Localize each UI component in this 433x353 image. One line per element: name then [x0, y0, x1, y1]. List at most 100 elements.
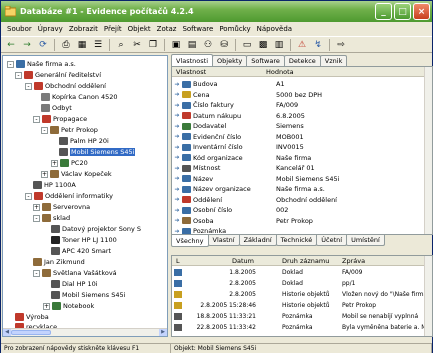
- property-value[interactable]: Naše firma: [270, 154, 311, 162]
- property-row[interactable]: ➔ Osobní číslo 002: [172, 205, 428, 215]
- property-row[interactable]: ➔ Dodavatel Siemens: [172, 121, 428, 131]
- minimize-button[interactable]: _: [375, 3, 392, 20]
- history-row[interactable]: 18.8.2005 11:33:21 Poznámka Mobil se nenab…: [172, 312, 428, 322]
- collapse-icon[interactable]: -: [7, 60, 14, 68]
- tree-item[interactable]: - Světlana Vašátková: [33, 268, 117, 278]
- history-row[interactable]: 1.8.2005 Doklad FA/009: [172, 268, 428, 278]
- expand-icon[interactable]: +: [51, 159, 58, 167]
- property-row[interactable]: ➔ Datum nákupu 6.8.2005: [172, 111, 428, 121]
- expand-icon[interactable]: +: [43, 302, 50, 310]
- tree-item[interactable]: - Naše firma a.s.: [7, 59, 76, 69]
- expand-icon[interactable]: +: [41, 170, 48, 178]
- scroll-right-icon[interactable]: ▶: [159, 329, 167, 336]
- property-row[interactable]: ➔ Poznámka: [172, 226, 428, 234]
- tree-item[interactable]: Kopírka Canon 4520: [41, 92, 118, 102]
- menu-soubor[interactable]: Soubor: [4, 25, 35, 33]
- report-icon[interactable]: ▥: [272, 38, 286, 52]
- property-row[interactable]: ➔ Cena 5000 bez DPH: [172, 90, 428, 100]
- close-button[interactable]: ×: [413, 3, 430, 20]
- collapse-icon[interactable]: -: [15, 71, 22, 79]
- menu-prejit[interactable]: Přejít: [101, 25, 125, 33]
- grid-icon[interactable]: ▦: [75, 38, 89, 52]
- tree-item[interactable]: + Serverovna: [33, 202, 90, 212]
- tab-objekty[interactable]: Objekty: [212, 55, 248, 66]
- tab-zakladni[interactable]: Základní: [238, 235, 277, 246]
- collapse-icon[interactable]: -: [41, 126, 48, 134]
- tab-vznik[interactable]: Vznik: [319, 55, 348, 66]
- property-value[interactable]: Naše firma a.s.: [270, 185, 325, 193]
- find-icon[interactable]: ⌕: [114, 38, 128, 52]
- column-vlastnost[interactable]: Vlastnost: [172, 67, 262, 76]
- export-icon[interactable]: ⇨: [334, 38, 348, 52]
- column-hodnota[interactable]: Hodnota: [262, 67, 422, 76]
- tree-horizontal-scrollbar[interactable]: ◀ ▶: [3, 328, 167, 336]
- tree-item[interactable]: - Obchodní oddělení: [25, 81, 106, 91]
- menu-pomucky[interactable]: Pomůcky: [216, 25, 253, 33]
- property-row[interactable]: ➔ Budova A1: [172, 79, 428, 89]
- tree-item[interactable]: + Václav Kopeček: [41, 169, 112, 179]
- tree-item[interactable]: + Notebook: [43, 301, 94, 311]
- software-icon[interactable]: ▩: [256, 38, 270, 52]
- menu-objekt[interactable]: Objekt: [125, 25, 154, 33]
- property-row[interactable]: ➔ Název Mobil Siemens S45i: [172, 174, 428, 184]
- column-druh[interactable]: Druh záznamu: [282, 257, 329, 265]
- property-value[interactable]: Kancelář 01: [270, 164, 315, 172]
- scroll-left-icon[interactable]: ◀: [3, 329, 11, 336]
- history-row[interactable]: 2.8.2005 Doklad pp/1: [172, 279, 428, 289]
- tree-item[interactable]: + PC20: [51, 158, 88, 168]
- property-value[interactable]: Mobil Siemens S45i: [270, 175, 339, 183]
- tree-item[interactable]: - Petr Prokop: [41, 125, 98, 135]
- object-tree[interactable]: - Naše firma a.s. - Generální ředitelství - O…: [2, 55, 168, 337]
- property-row[interactable]: ➔ Evidenční číslo MOB001: [172, 132, 428, 142]
- database-icon[interactable]: ⛁: [217, 38, 231, 52]
- maximize-button[interactable]: □: [394, 3, 411, 20]
- new-object-icon[interactable]: ▣: [169, 38, 183, 52]
- property-value[interactable]: Siemens: [270, 122, 304, 130]
- property-row[interactable]: ➔ Název organizace Naše firma a.s.: [172, 184, 428, 194]
- tree-item[interactable]: Výroba: [15, 312, 49, 322]
- tree-item[interactable]: Jan Zikmund: [33, 257, 85, 267]
- warning-icon[interactable]: ⚠: [295, 38, 309, 52]
- tab-detekce[interactable]: Detekce: [283, 55, 321, 66]
- copy-icon[interactable]: ❐: [146, 38, 160, 52]
- scroll-thumb[interactable]: [11, 330, 51, 335]
- property-row[interactable]: ➔ Oddělení Obchodní oddělení: [172, 195, 428, 205]
- column-l[interactable]: L: [176, 257, 180, 265]
- property-row[interactable]: ➔ Osoba Petr Prokop: [172, 216, 428, 226]
- property-row[interactable]: ➔ Číslo faktury FA/009: [172, 100, 428, 110]
- list-icon[interactable]: ☰: [91, 38, 105, 52]
- print-icon[interactable]: ⎙: [59, 38, 73, 52]
- arrow-icon[interactable]: ↯: [311, 38, 325, 52]
- column-zprava[interactable]: Zpráva: [342, 257, 365, 265]
- collapse-icon[interactable]: -: [25, 82, 32, 90]
- property-value[interactable]: 6.8.2005: [270, 112, 305, 120]
- tab-ucetni[interactable]: Účetní: [316, 235, 348, 246]
- tab-umisteni[interactable]: Umístění: [346, 235, 385, 246]
- property-value[interactable]: FA/009: [270, 101, 298, 109]
- tree-item[interactable]: Toner HP LJ 1100: [51, 235, 117, 245]
- property-value[interactable]: 002: [270, 206, 288, 214]
- tree-item[interactable]: Odbyt: [41, 103, 72, 113]
- collapse-icon[interactable]: -: [33, 269, 40, 277]
- tree-item[interactable]: - Oddělení informatiky: [25, 191, 113, 201]
- back-icon[interactable]: ←: [4, 38, 18, 52]
- table-icon[interactable]: ▤: [185, 38, 199, 52]
- tree-item[interactable]: - sklad: [33, 213, 70, 223]
- tree-item[interactable]: - Propagace: [33, 114, 87, 124]
- computer-icon[interactable]: ▭: [240, 38, 254, 52]
- property-value[interactable]: 5000 bez DPH: [270, 91, 322, 99]
- tree-item[interactable]: APC 420 Smart: [51, 246, 111, 256]
- history-row[interactable]: 2.8.2005 15:28:46 Historie objektů Petr Pr…: [172, 301, 428, 311]
- history-row[interactable]: 2.8.2005 Historie objektů Vložen nový do "…: [172, 290, 432, 300]
- property-row[interactable]: ➔ Kód organizace Naše firma: [172, 153, 428, 163]
- menu-software[interactable]: Software: [179, 25, 216, 33]
- tree-item[interactable]: Palm HP 20i: [59, 136, 109, 146]
- tree-item[interactable]: Dial HP 10i: [51, 279, 98, 289]
- tab-vlastnosti[interactable]: Vlastnosti: [171, 54, 214, 66]
- tools-icon[interactable]: ✂: [130, 38, 144, 52]
- menu-zobrazit[interactable]: Zobrazit: [66, 25, 101, 33]
- property-value[interactable]: INV0015: [270, 143, 304, 151]
- property-value[interactable]: Petr Prokop: [270, 217, 313, 225]
- collapse-icon[interactable]: -: [33, 214, 40, 222]
- forward-icon[interactable]: →: [20, 38, 34, 52]
